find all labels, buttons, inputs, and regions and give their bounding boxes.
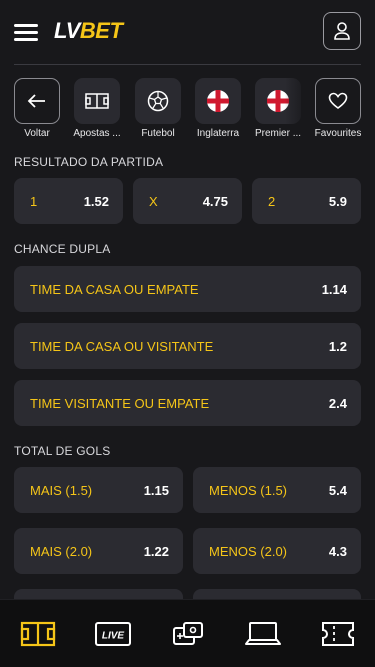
category-strip: Voltar Apostas ... Futebol Inglaterra Pr…: [14, 78, 375, 144]
odd-label: TIME DA CASA OU VISITANTE: [30, 338, 214, 354]
odd-button-mais-1-5[interactable]: MAIS (1.5) 1.15: [14, 467, 183, 513]
odd-value: 4.75: [202, 193, 228, 209]
odd-label: MAIS (2.0): [30, 543, 93, 559]
cat-label: Premier ...: [254, 128, 302, 139]
section-title-chance-dupla: CHANCE DUPLA: [14, 242, 111, 256]
odd-button-casa-empate[interactable]: TIME DA CASA OU EMPATE 1.14: [14, 266, 361, 312]
nav-virtual[interactable]: [239, 610, 287, 658]
odd-value: 5.9: [328, 193, 347, 209]
odd-button-mais-2-0[interactable]: MAIS (2.0) 1.22: [14, 528, 183, 574]
user-icon: [334, 22, 350, 40]
cat-inglaterra[interactable]: Inglaterra: [188, 78, 248, 139]
odd-label: X: [149, 193, 158, 209]
cat-label: Inglaterra: [196, 128, 240, 139]
cat-label: Apostas ...: [73, 128, 121, 139]
odd-label: MAIS (1.5): [30, 482, 93, 498]
pitch-icon: [85, 93, 109, 109]
betslip-ticket-icon: [321, 621, 354, 646]
odd-button-2[interactable]: 2 5.9: [252, 178, 361, 224]
odd-value: 5.4: [328, 482, 347, 498]
casino-chip-icon: [172, 621, 203, 645]
sports-pitch-icon: [20, 621, 55, 646]
heart-icon: [328, 92, 348, 109]
odd-label: 1: [30, 193, 38, 209]
nav-live[interactable]: LIVE: [89, 610, 137, 658]
cat-label: Futebol: [141, 128, 175, 139]
section-title-resultado: RESULTADO DA PARTIDA: [14, 155, 164, 169]
england-flag-icon: [207, 90, 229, 112]
menu-icon[interactable]: [14, 24, 38, 41]
nav-betslip[interactable]: [314, 610, 362, 658]
bottom-nav: LIVE: [0, 599, 375, 667]
arrow-left-icon: [27, 94, 45, 108]
app-header: LVBET: [0, 0, 375, 64]
odd-label: MENOS (1.5): [209, 482, 288, 498]
cat-futebol[interactable]: Futebol: [128, 78, 188, 139]
odd-value: 1.22: [143, 543, 169, 559]
odd-label: 2: [268, 193, 276, 209]
odd-label: TIME VISITANTE OU EMPATE: [30, 395, 210, 411]
odd-button-1[interactable]: 1 1.52: [14, 178, 123, 224]
cat-favourites[interactable]: Favourites: [308, 78, 368, 139]
cat-voltar[interactable]: Voltar: [14, 78, 67, 139]
odd-value: 1.14: [321, 281, 347, 297]
odd-button-menos-1-5[interactable]: MENOS (1.5) 5.4: [193, 467, 361, 513]
odd-value: 1.52: [83, 193, 109, 209]
nav-casino[interactable]: [164, 610, 212, 658]
odd-label: MENOS (2.0): [209, 543, 288, 559]
odd-button-visitante-empate[interactable]: TIME VISITANTE OU EMPATE 2.4: [14, 380, 361, 426]
soccer-ball-icon: [147, 90, 169, 112]
user-account-button[interactable]: [323, 12, 361, 50]
odd-button-menos-2-0[interactable]: MENOS (2.0) 4.3: [193, 528, 361, 574]
cat-apostas[interactable]: Apostas ...: [67, 78, 127, 139]
odd-value: 1.2: [328, 338, 347, 354]
odd-value: 1.15: [143, 482, 169, 498]
nav-sports[interactable]: [14, 610, 62, 658]
header-divider: [14, 64, 361, 65]
live-icon: LIVE: [94, 621, 131, 646]
section-title-total-gols: TOTAL DE GOLS: [14, 444, 111, 458]
odd-button-x[interactable]: X 4.75: [133, 178, 242, 224]
odd-value: 2.4: [328, 395, 347, 411]
svg-text:LIVE: LIVE: [101, 630, 124, 641]
logo[interactable]: LVBET: [54, 18, 123, 44]
odd-button-casa-visitante[interactable]: TIME DA CASA OU VISITANTE 1.2: [14, 323, 361, 369]
scroll-fade: [285, 78, 309, 128]
laptop-icon: [244, 621, 281, 645]
cat-label: Favourites: [314, 128, 362, 139]
odd-label: TIME DA CASA OU EMPATE: [30, 281, 199, 297]
odd-value: 4.3: [328, 543, 347, 559]
cat-label: Voltar: [24, 128, 50, 139]
